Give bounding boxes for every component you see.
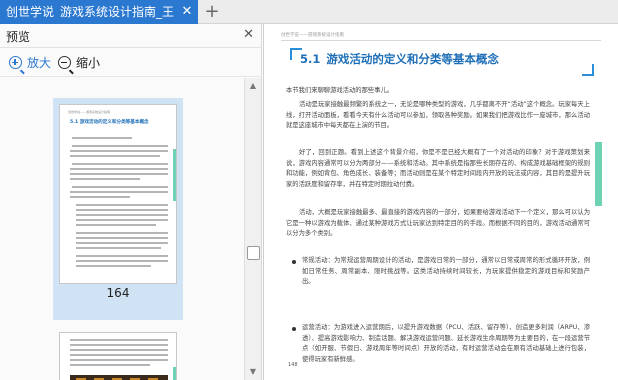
section-title: 游戏活动的定义和分类等基本概念 — [326, 52, 499, 66]
paragraph-3: 活动，大概是玩家接触最多、最直接的游戏内容的一部分，如果要给游戏活动下一个定义，… — [286, 209, 590, 237]
thumbnail-page-number: 164 — [106, 286, 130, 300]
section-number: 5.1 — [300, 52, 321, 66]
thumb-running-header: 创世学说——游戏系统设计指南 — [68, 110, 111, 114]
section-heading: 5.1 游戏活动的定义和分类等基本概念 — [300, 51, 499, 67]
tab-title-part2: 游戏系统设计指南_王 — [60, 5, 175, 19]
thumb-section-title: 5.1 游戏活动的定义和分类等基本概念 — [70, 120, 149, 125]
margin-accent-bar — [595, 142, 602, 206]
zoom-in-button[interactable]: 放大 — [9, 54, 51, 72]
list-item-regular-activity: 常规活动：为常规运营周期设计的活动，是游戏日常的一部分，通常以日常或周常的形式循… — [302, 257, 590, 285]
page-number: 148 — [288, 362, 298, 368]
tab-title-part1: 创世学说 — [6, 5, 55, 19]
header-divider — [281, 40, 601, 41]
zoom-toolbar: 放大 缩小 — [0, 49, 262, 77]
title-bracket-right — [582, 64, 594, 76]
zoom-out-label: 缩小 — [76, 56, 101, 70]
paragraph-intro: 本节我们来聊聊游戏活动的那些事儿。 — [286, 87, 394, 94]
zoom-out-button[interactable]: 缩小 — [58, 54, 100, 72]
scroll-down-icon[interactable]: ▼ — [245, 366, 261, 378]
paragraph-1: 活动是玩家接触最频繁的系统之一，无论是哪种类型的游戏，几乎都离不开“活动”这个概… — [286, 101, 590, 129]
preview-close-icon[interactable]: ✕ — [243, 27, 254, 42]
preview-pane: 预览 ✕ 放大 缩小 创世学说——游戏系统设计指南 5.1 游戏活动的定义和分类… — [0, 24, 262, 380]
page-thumbnail[interactable] — [59, 332, 177, 380]
zoom-out-icon — [58, 56, 71, 69]
zoom-in-icon — [9, 56, 22, 69]
scroll-up-icon[interactable]: ▲ — [245, 80, 261, 92]
running-header: 创世学说——游戏系统设计指南 — [281, 33, 344, 38]
preview-pane-title: 预览 — [6, 30, 31, 44]
bullet-icon — [292, 327, 296, 331]
zoom-in-label: 放大 — [27, 56, 52, 70]
document-page: 创世学说——游戏系统设计指南 5.1 游戏活动的定义和分类等基本概念 本节我们来聊… — [263, 24, 618, 380]
scrollbar-thumb[interactable] — [247, 246, 260, 260]
thumb-game-screenshot — [70, 375, 168, 380]
preview-pane-header: 预览 ✕ — [0, 24, 262, 48]
page-thumbnail[interactable]: 创世学说——游戏系统设计指南 5.1 游戏活动的定义和分类等基本概念 — [59, 104, 177, 284]
tab-bar: 创世学说 游戏系统设计指南_王 ✕ + — [0, 0, 618, 24]
new-tab-button[interactable]: + — [203, 0, 221, 24]
tab-document[interactable]: 创世学说 游戏系统设计指南_王 ✕ — [0, 0, 198, 24]
paragraph-2: 好了，回到正题。看到上述这个背景介绍，你是不是已经大概有了一个对活动的印象？对于… — [286, 149, 590, 188]
list-item-operation-activity: 运营活动：为游戏进入运营期后，以提升游戏数据（PCU、活跃、留存等）、创造更多利… — [302, 324, 590, 363]
thumbnail-list: 创世学说——游戏系统设计指南 5.1 游戏活动的定义和分类等基本概念 164 — [0, 78, 244, 380]
tab-close-icon[interactable]: ✕ — [180, 0, 194, 24]
thumbnail-scrollbar[interactable]: ▲ ▼ — [244, 78, 261, 380]
bullet-icon — [292, 260, 296, 264]
